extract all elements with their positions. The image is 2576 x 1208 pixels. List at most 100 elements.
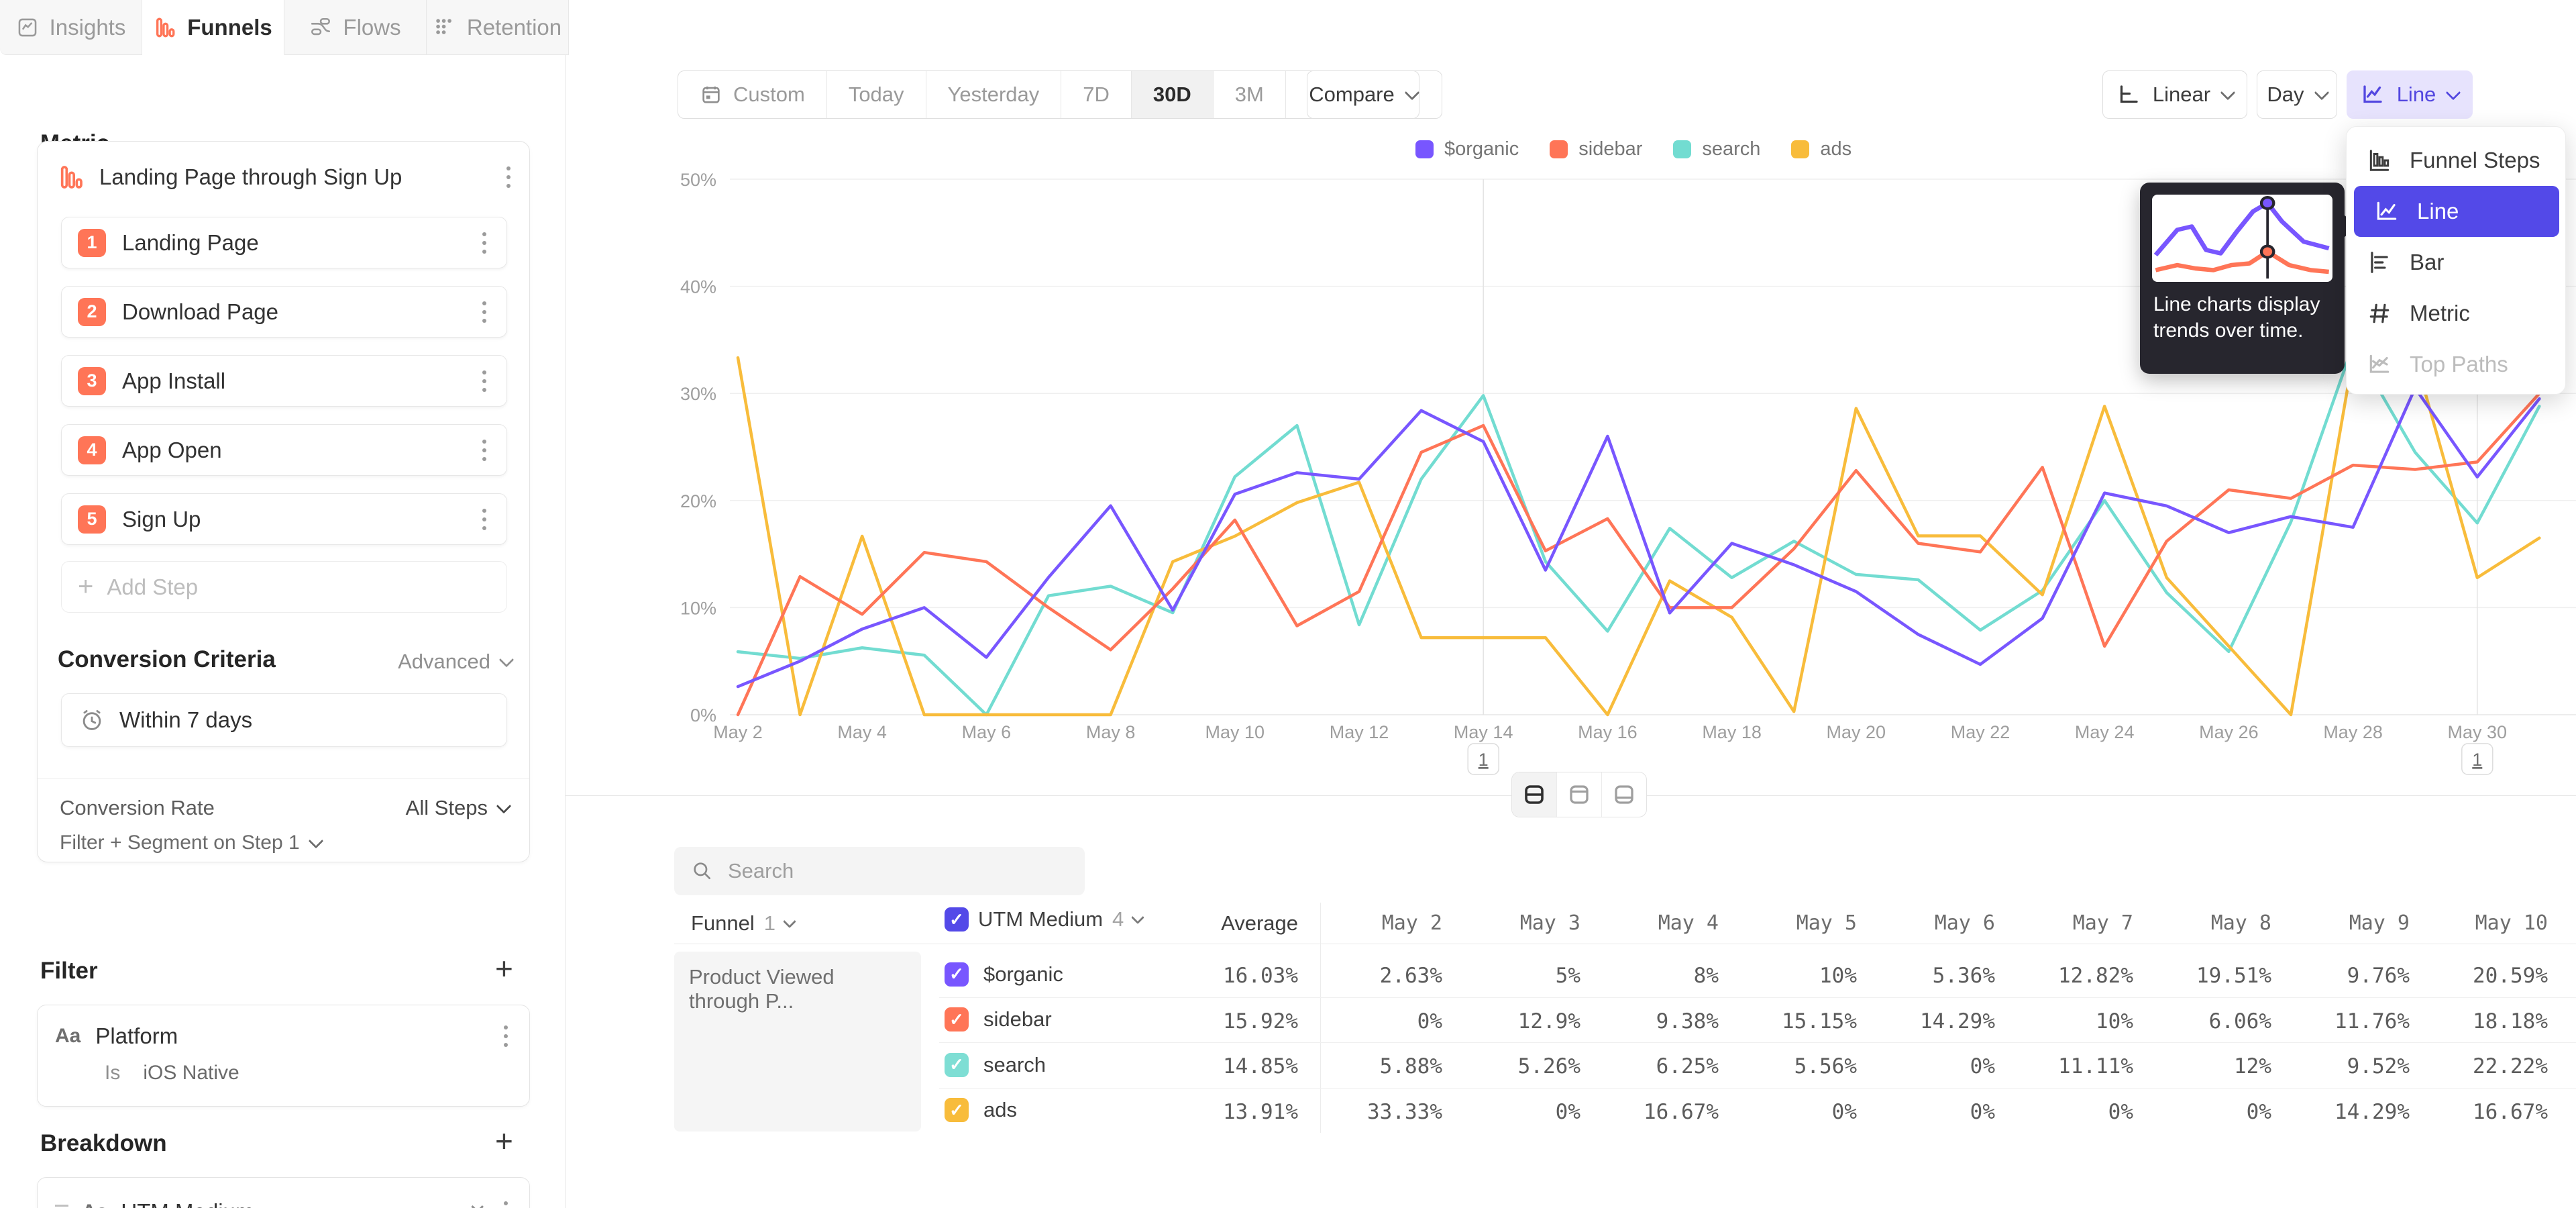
table-row-organic[interactable]: ✓ $organic: [945, 952, 1063, 997]
row-divider: [939, 1088, 2576, 1089]
filter-kebab-icon[interactable]: [500, 1021, 512, 1051]
funnel-cell[interactable]: Product Viewed through P...: [674, 952, 921, 1131]
range-3m[interactable]: 3M: [1214, 71, 1286, 118]
x-axis-tick: May 24: [2075, 722, 2135, 742]
step-number-badge: 3: [78, 367, 106, 395]
top-paths-icon: [2367, 352, 2392, 377]
insights-icon: [16, 16, 39, 39]
layout-chart-only-button[interactable]: [1557, 772, 1602, 817]
query-builder-sidebar: Metric Landing Page through Sign Up 1 La…: [0, 55, 566, 1208]
calendar-icon: [700, 83, 722, 106]
funnel-step-3[interactable]: 3 App Install: [61, 355, 507, 407]
row-checkbox[interactable]: ✓: [945, 962, 969, 987]
add-filter-button[interactable]: +: [495, 953, 513, 984]
advanced-dropdown[interactable]: Advanced: [398, 650, 512, 674]
legend-item-organic[interactable]: $organic: [1415, 138, 1519, 160]
menu-item-line[interactable]: Line: [2354, 186, 2559, 237]
funnel-column-header[interactable]: Funnel 1: [691, 911, 794, 936]
chart-type-dropdown[interactable]: Line: [2347, 70, 2473, 119]
tab-retention[interactable]: Retention: [427, 0, 569, 55]
tab-flows[interactable]: Flows: [284, 0, 427, 55]
range-30d[interactable]: 30D: [1132, 71, 1214, 118]
range-today[interactable]: Today: [827, 71, 926, 118]
legend-item-sidebar[interactable]: sidebar: [1550, 138, 1642, 160]
funnel-title: Landing Page through Sign Up: [99, 164, 488, 190]
cell-value: 18.18%: [2373, 1009, 2548, 1034]
row-name: sidebar: [983, 1007, 1052, 1031]
funnel-title-row[interactable]: Landing Page through Sign Up: [58, 156, 515, 198]
breakdown-header-label: UTM Medium: [978, 907, 1103, 932]
add-breakdown-button[interactable]: +: [495, 1125, 513, 1156]
filter-value: iOS Native: [143, 1062, 239, 1085]
search-input[interactable]: [727, 858, 1067, 884]
menu-item-metric[interactable]: Metric: [2347, 288, 2565, 339]
date-column-header: May 10: [2373, 911, 2548, 935]
range-7d[interactable]: 7D: [1061, 71, 1132, 118]
compare-button[interactable]: Compare: [1307, 70, 1419, 119]
tab-funnels[interactable]: Funnels: [142, 0, 284, 55]
conversion-rate-dropdown[interactable]: All Steps: [406, 796, 509, 820]
select-all-checkbox[interactable]: ✓: [945, 907, 969, 932]
chart-type-menu: Funnel Steps Line Bar Metric Top Paths: [2346, 126, 2566, 395]
y-axis-tick: 30%: [680, 384, 716, 404]
legend-swatch: [1550, 140, 1568, 158]
legend-item-search[interactable]: search: [1673, 138, 1760, 160]
funnel-kebab-icon[interactable]: [502, 162, 515, 192]
row-name: ads: [983, 1098, 1017, 1122]
tab-flows-label: Flows: [343, 15, 400, 40]
step-kebab-icon[interactable]: [478, 436, 490, 465]
funnel-step-5[interactable]: 5 Sign Up: [61, 493, 507, 545]
filter-card[interactable]: Aa Platform Is iOS Native: [37, 1005, 530, 1107]
compare-label: Compare: [1309, 83, 1395, 107]
layout-toggle-group: [1511, 772, 1647, 817]
y-axis-tick: 50%: [680, 170, 716, 190]
legend-item-ads[interactable]: ads: [1791, 138, 1851, 160]
step-label: Sign Up: [122, 507, 462, 532]
tab-insights-label: Insights: [50, 15, 126, 40]
advanced-label: Advanced: [398, 650, 490, 674]
drag-handle-icon[interactable]: [55, 1205, 68, 1208]
x-axis-tick: May 6: [962, 722, 1012, 742]
tab-insights[interactable]: Insights: [0, 0, 142, 55]
linear-scale-icon: [2116, 83, 2141, 107]
tooltip-text: Line charts display trends over time.: [2153, 291, 2334, 344]
step-kebab-icon[interactable]: [478, 505, 490, 534]
funnel-count: 1: [764, 911, 775, 936]
menu-item-label: Top Paths: [2410, 352, 2508, 377]
filter-segment-dropdown[interactable]: Filter + Segment on Step 1: [60, 832, 321, 854]
remove-breakdown-icon[interactable]: ✕: [468, 1199, 486, 1208]
funnel-step-2[interactable]: 2 Download Page: [61, 286, 507, 338]
range-custom[interactable]: Custom: [678, 71, 827, 118]
step-kebab-icon[interactable]: [478, 297, 490, 327]
table-row-search[interactable]: ✓ search: [945, 1042, 1046, 1087]
row-checkbox[interactable]: ✓: [945, 1007, 969, 1031]
breakdown-card[interactable]: Aa UTM Medium ✕: [37, 1177, 530, 1208]
add-step-button[interactable]: + Add Step: [61, 561, 507, 613]
table-row-sidebar[interactable]: ✓ sidebar: [945, 997, 1052, 1042]
chart-type-tooltip: Line charts display trends over time.: [2140, 183, 2345, 374]
step-kebab-icon[interactable]: [478, 228, 490, 258]
menu-item-bar[interactable]: Bar: [2347, 237, 2565, 288]
menu-item-funnel-steps[interactable]: Funnel Steps: [2347, 135, 2565, 186]
row-checkbox[interactable]: ✓: [945, 1053, 969, 1077]
x-axis-tick: May 16: [1578, 722, 1638, 742]
funnel-header-label: Funnel: [691, 911, 755, 936]
metric-icon: [2367, 301, 2392, 326]
funnel-step-1[interactable]: 1 Landing Page: [61, 217, 507, 268]
table-search: [674, 847, 1085, 895]
row-checkbox[interactable]: ✓: [945, 1098, 969, 1122]
scale-label: Linear: [2153, 83, 2210, 107]
breakdown-kebab-icon[interactable]: [500, 1197, 512, 1208]
funnel-step-4[interactable]: 4 App Open: [61, 424, 507, 476]
granularity-dropdown[interactable]: Day: [2257, 70, 2337, 119]
layout-split-button[interactable]: [1512, 772, 1557, 817]
x-axis-tick: May 14: [1454, 722, 1513, 742]
table-row-ads[interactable]: ✓ ads: [945, 1088, 1017, 1133]
y-axis-tick: 20%: [680, 491, 716, 511]
x-axis-tick: May 2: [713, 722, 763, 742]
scale-dropdown[interactable]: Linear: [2102, 70, 2247, 119]
layout-table-only-button[interactable]: [1602, 772, 1646, 817]
conversion-window-row[interactable]: Within 7 days: [61, 693, 507, 747]
step-kebab-icon[interactable]: [478, 366, 490, 396]
range-yesterday[interactable]: Yesterday: [926, 71, 1062, 118]
